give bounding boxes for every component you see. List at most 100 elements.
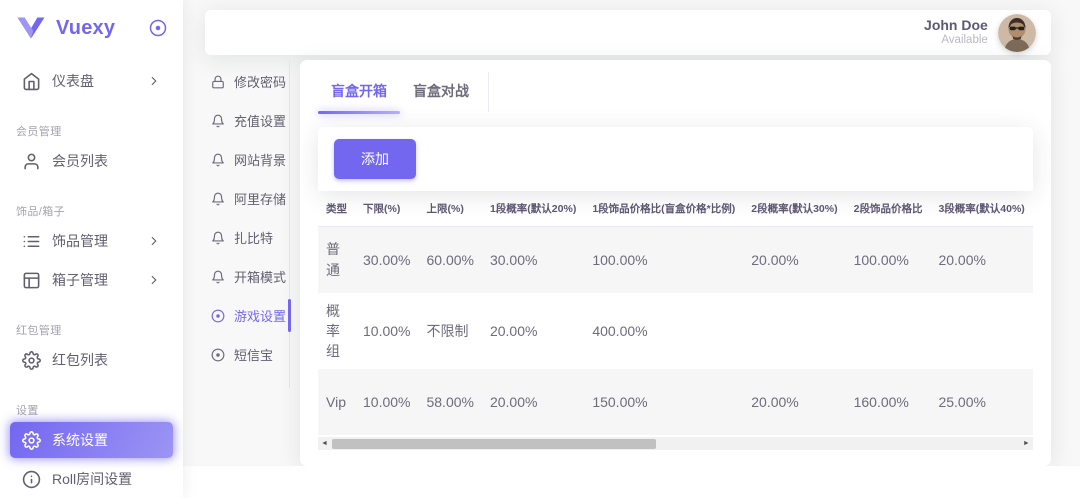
sidebar-item-饰品管理[interactable]: 饰品管理 [10, 223, 173, 259]
sidebar-item-label: 系统设置 [52, 430, 108, 450]
column-header: 2段概率(默认30%) [743, 191, 845, 227]
user-menu[interactable]: John Doe Available [924, 14, 1036, 52]
table-cell: 160.00% [846, 369, 931, 435]
table-cell: 30.00% [482, 227, 584, 293]
bell-icon [211, 114, 225, 128]
settings-menu-item-阿里存储[interactable]: 阿里存储 [211, 179, 289, 218]
sidebar-item-label: 箱子管理 [52, 270, 108, 290]
user-icon [22, 152, 41, 171]
sidebar-item-label: 会员列表 [52, 151, 108, 171]
sidebar-section-header: 红包管理 [16, 322, 167, 338]
sidebar-item-红包列表[interactable]: 红包列表 [10, 342, 173, 378]
add-button[interactable]: 添加 [334, 139, 416, 179]
settings-menu-label: 开箱模式 [234, 267, 286, 286]
tab-bar: 盲盒开箱盲盒对战 [300, 60, 1051, 114]
settings-menu-label: 游戏设置 [234, 306, 286, 325]
list-icon [22, 232, 41, 251]
content-area: John Doe Available [183, 0, 1080, 498]
table-row[interactable]: 普通30.00%60.00%30.00%100.00%20.00%100.00%… [318, 227, 1033, 293]
column-header: 3段概率(默认40%) [930, 191, 1032, 227]
app-root: Vuexy 仪表盘会员管理会员列表饰品/箱子饰品管理箱子管理红包管理红包列表设置… [0, 0, 1080, 498]
settings-menu-item-网站背景[interactable]: 网站背景 [211, 140, 289, 179]
table-cell: 20.00% [482, 293, 584, 370]
scrollbar-track[interactable] [331, 437, 1020, 450]
table-cell: 58.00% [418, 369, 481, 435]
settings-menu-item-充值设置[interactable]: 充值设置 [211, 101, 289, 140]
chevron-right-icon [147, 74, 161, 88]
table-cell: 20.00% [743, 369, 845, 435]
bell-icon [211, 153, 225, 167]
chevron-right-icon [147, 234, 161, 248]
column-header: 下限(%) [355, 191, 418, 227]
table-cell: 60.00% [418, 227, 481, 293]
user-status: Available [924, 34, 988, 48]
settings-menu-item-游戏设置[interactable]: 游戏设置 [211, 296, 289, 335]
sidebar-item-箱子管理[interactable]: 箱子管理 [10, 262, 173, 298]
disc-icon [211, 309, 225, 323]
layout-icon [22, 271, 41, 290]
table-cell: 25.00% [930, 369, 1032, 435]
column-header: 上限(%) [418, 191, 481, 227]
tab-盲盒开箱[interactable]: 盲盒开箱 [318, 68, 400, 114]
settings-menu-item-扎比特[interactable]: 扎比特 [211, 218, 289, 257]
table-cell: 概率组 [318, 293, 355, 370]
sidebar-item-label: 红包列表 [52, 350, 108, 370]
settings-menu-label: 扎比特 [234, 228, 273, 247]
settings-menu-label: 短信宝 [234, 345, 273, 364]
settings-icon [22, 431, 41, 450]
tabs-divider [488, 72, 489, 112]
table-cell: 400.00% [584, 293, 743, 370]
bell-icon [211, 231, 225, 245]
user-avatar[interactable] [998, 14, 1036, 52]
user-name: John Doe [924, 17, 988, 34]
disc-icon [211, 348, 225, 362]
sidebar-item-会员列表[interactable]: 会员列表 [10, 143, 173, 179]
top-navbar: John Doe Available [205, 10, 1051, 55]
table-cell: 20.00% [482, 369, 584, 435]
table-cell [846, 293, 931, 370]
scrollbar-thumb[interactable] [332, 439, 656, 449]
sidebar-collapse-toggle-icon[interactable] [149, 19, 167, 37]
settings-menu-label: 充值设置 [234, 111, 286, 130]
home-icon [22, 72, 41, 91]
sidebar-section-header: 设置 [16, 402, 167, 418]
brand-name[interactable]: Vuexy [56, 17, 149, 40]
sidebar-nav: 仪表盘会员管理会员列表饰品/箱子饰品管理箱子管理红包管理红包列表设置系统设置Ro… [0, 56, 183, 498]
table-cell: 10.00% [355, 293, 418, 370]
footer [183, 466, 1080, 498]
settings-menu-item-开箱模式[interactable]: 开箱模式 [211, 257, 289, 296]
vuexy-logo-icon [16, 16, 46, 40]
settings-menu-item-短信宝[interactable]: 短信宝 [211, 335, 289, 374]
table-cell: 100.00% [846, 227, 931, 293]
table-row[interactable]: 概率组10.00%不限制20.00%400.00% [318, 293, 1033, 370]
column-header: 2段饰品价格比 [846, 191, 931, 227]
table-cell: 100.00% [584, 227, 743, 293]
sidebar-item-系统设置[interactable]: 系统设置 [10, 422, 173, 458]
table-row[interactable]: Vip10.00%58.00%20.00%150.00%20.00%160.00… [318, 369, 1033, 435]
bell-icon [211, 270, 225, 284]
sidebar-item-label: 饰品管理 [52, 231, 108, 251]
table-cell: 30.00% [355, 227, 418, 293]
table-cell: 20.00% [743, 227, 845, 293]
scroll-right-arrow-icon[interactable]: ► [1020, 437, 1033, 450]
column-header: 类型 [318, 191, 355, 227]
chevron-right-icon [147, 273, 161, 287]
settings-icon [22, 351, 41, 370]
user-text: John Doe Available [924, 17, 988, 48]
bell-icon [211, 192, 225, 206]
table-scroll-container[interactable]: 类型下限(%)上限(%)1段概率(默认20%)1段饰品价格比(盲盒价格*比例)2… [318, 191, 1033, 435]
sidebar-item-仪表盘[interactable]: 仪表盘 [10, 63, 173, 99]
sidebar-section-header: 饰品/箱子 [16, 203, 167, 219]
settings-menu-item-修改密码[interactable]: 修改密码 [211, 62, 289, 101]
page-body: 修改密码充值设置网站背景阿里存储扎比特开箱模式游戏设置短信宝 盲盒开箱盲盒对战 … [183, 60, 1080, 466]
sidebar-item-Roll房间设置[interactable]: Roll房间设置 [10, 461, 173, 497]
column-header: 1段饰品价格比(盲盒价格*比例) [584, 191, 743, 227]
horizontal-scrollbar[interactable]: ◄ ► [318, 437, 1033, 450]
scroll-left-arrow-icon[interactable]: ◄ [318, 437, 331, 450]
tab-盲盒对战[interactable]: 盲盒对战 [400, 68, 482, 114]
sidebar-item-label: 仪表盘 [52, 71, 94, 91]
rates-table: 类型下限(%)上限(%)1段概率(默认20%)1段饰品价格比(盲盒价格*比例)2… [318, 191, 1033, 435]
main-sidebar: Vuexy 仪表盘会员管理会员列表饰品/箱子饰品管理箱子管理红包管理红包列表设置… [0, 0, 183, 498]
info-icon [22, 470, 41, 489]
column-header: 1段概率(默认20%) [482, 191, 584, 227]
